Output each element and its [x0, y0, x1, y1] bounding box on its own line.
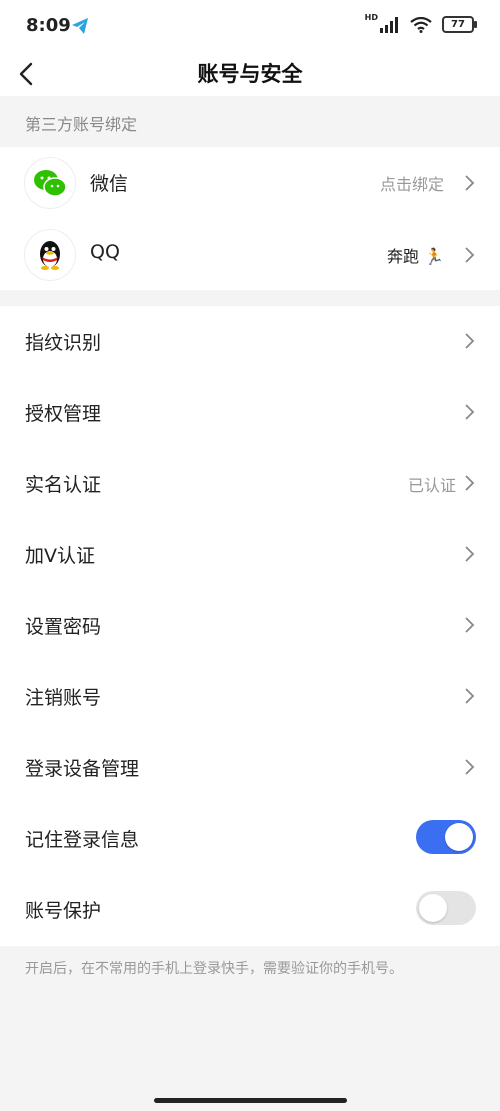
chevron-right-icon [465, 247, 475, 263]
settings-list: 指纹识别 授权管理 实名认证 已认证 加V认证 设置密码 注销账号 登录设备管理… [0, 306, 500, 946]
section-header-label: 第三方账号绑定 [25, 115, 138, 134]
wechat-icon [34, 170, 67, 197]
home-indicator[interactable] [154, 1098, 347, 1103]
row-authorization[interactable]: 授权管理 [0, 377, 500, 448]
row-account-protection: 账号保护 [0, 874, 500, 945]
wifi-icon [410, 16, 432, 33]
row-fingerprint[interactable]: 指纹识别 [0, 306, 500, 377]
qq-avatar [24, 229, 76, 281]
row-v-verify[interactable]: 加V认证 [0, 519, 500, 590]
bind-name-qq: QQ [90, 241, 120, 263]
signal-icon [380, 16, 398, 33]
section-header: 第三方账号绑定 [0, 96, 500, 147]
status-bar: 8:09 HD 77 [0, 0, 500, 52]
bind-status-qq: 奔跑 🏃 [386, 247, 444, 266]
row-label: 授权管理 [25, 403, 102, 425]
third-party-list: 微信 点击绑定 QQ 奔跑 🏃 [0, 147, 500, 290]
row-label: 加V认证 [25, 545, 95, 567]
bind-row-wechat[interactable]: 微信 点击绑定 [0, 147, 500, 218]
bind-name-wechat: 微信 [90, 173, 129, 195]
chevron-right-icon [465, 333, 475, 349]
telegram-icon [72, 18, 88, 34]
page-title: 账号与安全 [197, 62, 303, 86]
chevron-right-icon [465, 475, 475, 491]
row-label: 实名认证 [25, 474, 102, 496]
toggle-knob [419, 894, 447, 922]
hd-badge: HD [364, 13, 378, 22]
qq-penguin-icon [40, 241, 60, 270]
row-label: 登录设备管理 [25, 758, 140, 780]
row-device-management[interactable]: 登录设备管理 [0, 732, 500, 803]
row-label: 注销账号 [25, 687, 102, 709]
account-protection-toggle[interactable] [416, 891, 476, 925]
chevron-right-icon [465, 404, 475, 420]
row-label: 记住登录信息 [25, 829, 140, 851]
row-label: 设置密码 [25, 616, 102, 638]
row-remember-login: 记住登录信息 [0, 803, 500, 874]
chevron-right-icon [465, 617, 475, 633]
bind-status-wechat: 点击绑定 [379, 175, 444, 194]
protection-footnote: 开启后，在不常用的手机上登录快手，需要验证你的手机号。 [25, 961, 403, 977]
battery-icon: 77 [442, 16, 477, 33]
status-time: 8:09 [26, 15, 71, 36]
status-icons: HD 77 [364, 13, 477, 33]
chevron-right-icon [465, 688, 475, 704]
row-label: 账号保护 [25, 900, 102, 922]
section-gap [0, 290, 500, 306]
bind-row-qq[interactable]: QQ 奔跑 🏃 [0, 219, 500, 290]
row-realname[interactable]: 实名认证 已认证 [0, 448, 500, 519]
row-value-verified: 已认证 [407, 476, 456, 495]
chevron-right-icon [465, 759, 475, 775]
wechat-avatar [24, 157, 76, 209]
row-set-password[interactable]: 设置密码 [0, 590, 500, 661]
row-cancel-account[interactable]: 注销账号 [0, 661, 500, 732]
nav-bar: 账号与安全 [0, 52, 500, 96]
row-label: 指纹识别 [25, 332, 102, 354]
chevron-right-icon [465, 546, 475, 562]
chevron-right-icon [465, 175, 475, 191]
toggle-knob [445, 823, 473, 851]
remember-login-toggle[interactable] [416, 820, 476, 854]
